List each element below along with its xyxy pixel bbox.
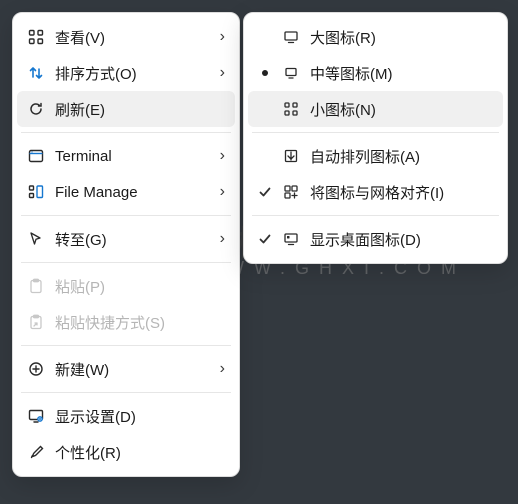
menu-item-new[interactable]: 新建(W) ›	[17, 351, 235, 387]
menu-label: 显示桌面图标(D)	[302, 229, 493, 250]
menu-separator	[21, 132, 231, 133]
cursor-icon	[25, 231, 47, 247]
menu-item-terminal[interactable]: Terminal ›	[17, 138, 235, 174]
desktop-icon	[280, 231, 302, 247]
menu-separator	[21, 262, 231, 263]
menu-label: 小图标(N)	[302, 99, 493, 120]
refresh-icon	[25, 101, 47, 117]
menu-label: 个性化(R)	[47, 442, 225, 463]
menu-item-view[interactable]: 查看(V) ›	[17, 19, 235, 55]
brush-icon	[25, 444, 47, 460]
grid-small-icon	[280, 101, 302, 117]
view-submenu: 大图标(R) 中等图标(M) 小图标(N) 自动排列图标(A) 将图标与网格对齐	[243, 12, 508, 264]
chevron-right-icon: ›	[220, 230, 225, 248]
submenu-item-large-icons[interactable]: 大图标(R)	[248, 19, 503, 55]
menu-label: 将图标与网格对齐(I)	[302, 182, 493, 203]
submenu-item-medium-icons[interactable]: 中等图标(M)	[248, 55, 503, 91]
submenu-item-align-grid[interactable]: 将图标与网格对齐(I)	[248, 174, 503, 210]
menu-separator	[252, 132, 499, 133]
chevron-right-icon: ›	[220, 183, 225, 201]
menu-item-sort[interactable]: 排序方式(O) ›	[17, 55, 235, 91]
chevron-right-icon: ›	[220, 147, 225, 165]
menu-label: 显示设置(D)	[47, 406, 225, 427]
display-icon	[25, 408, 47, 424]
align-grid-icon	[280, 184, 302, 200]
paste-shortcut-icon	[25, 314, 47, 330]
menu-label: 转至(G)	[47, 229, 220, 250]
menu-label: 粘贴快捷方式(S)	[47, 312, 225, 333]
terminal-icon	[25, 148, 47, 164]
menu-item-goto[interactable]: 转至(G) ›	[17, 221, 235, 257]
menu-label: Terminal	[47, 148, 220, 165]
submenu-item-show-desktop-icons[interactable]: 显示桌面图标(D)	[248, 221, 503, 257]
sort-icon	[25, 65, 47, 81]
menu-separator	[21, 215, 231, 216]
monitor-medium-icon	[280, 65, 302, 81]
monitor-large-icon	[280, 29, 302, 45]
file-manage-icon	[25, 184, 47, 200]
menu-item-display-settings[interactable]: 显示设置(D)	[17, 398, 235, 434]
submenu-item-small-icons[interactable]: 小图标(N)	[248, 91, 503, 127]
menu-label: 新建(W)	[47, 359, 220, 380]
check-indicator	[254, 185, 276, 199]
menu-separator	[21, 392, 231, 393]
menu-label: File Manage	[47, 184, 220, 201]
submenu-item-auto-arrange[interactable]: 自动排列图标(A)	[248, 138, 503, 174]
menu-label: 查看(V)	[47, 27, 220, 48]
menu-label: 粘贴(P)	[47, 276, 225, 297]
plus-circle-icon	[25, 361, 47, 377]
menu-item-refresh[interactable]: 刷新(E)	[17, 91, 235, 127]
menu-item-paste-shortcut: 粘贴快捷方式(S)	[17, 304, 235, 340]
menu-label: 中等图标(M)	[302, 63, 493, 84]
grid-icon	[25, 29, 47, 45]
radio-indicator	[254, 68, 276, 78]
menu-label: 排序方式(O)	[47, 63, 220, 84]
desktop-context-menu: 查看(V) › 排序方式(O) › 刷新(E) Terminal › File …	[12, 12, 240, 477]
menu-item-filemanage[interactable]: File Manage ›	[17, 174, 235, 210]
check-indicator	[254, 232, 276, 246]
menu-separator	[252, 215, 499, 216]
chevron-right-icon: ›	[220, 28, 225, 46]
menu-label: 刷新(E)	[47, 99, 225, 120]
menu-item-paste: 粘贴(P)	[17, 268, 235, 304]
paste-icon	[25, 278, 47, 294]
auto-arrange-icon	[280, 148, 302, 164]
menu-item-personalize[interactable]: 个性化(R)	[17, 434, 235, 470]
menu-label: 大图标(R)	[302, 27, 493, 48]
chevron-right-icon: ›	[220, 360, 225, 378]
menu-separator	[21, 345, 231, 346]
chevron-right-icon: ›	[220, 64, 225, 82]
menu-label: 自动排列图标(A)	[302, 146, 493, 167]
